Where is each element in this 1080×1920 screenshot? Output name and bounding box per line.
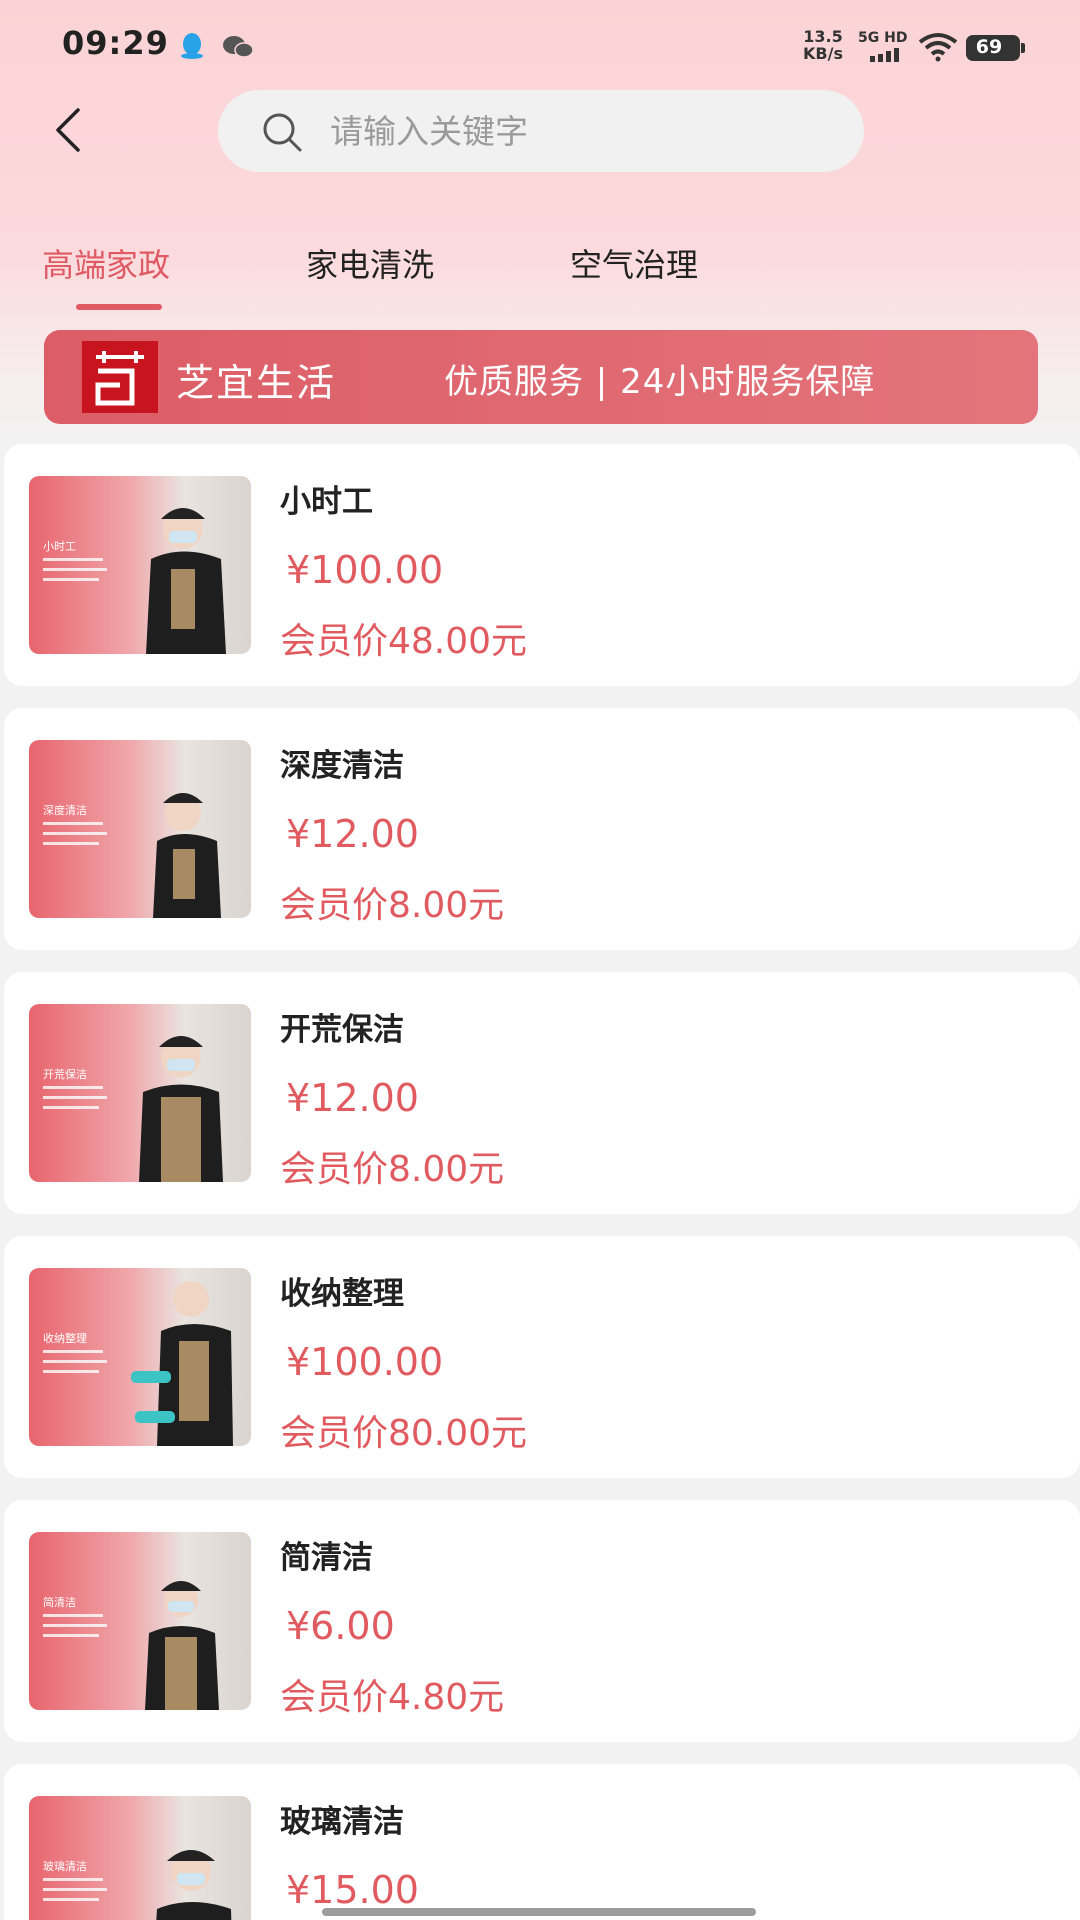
status-bar: 09:29 13.5 KB/s 5G HD 69 [0, 0, 1080, 92]
promo-banner[interactable]: 芝宜生活 优质服务 | 24小时服务保障 [44, 330, 1038, 424]
member-price: 会员价4.80元 [280, 1677, 505, 1718]
service-card[interactable]: 深度清洁 深度清洁 ¥12.00 会员价8.00元 [4, 708, 1080, 950]
service-thumbnail: 深度清洁 [29, 740, 251, 918]
tab-air-treatment[interactable]: 空气治理 [570, 240, 698, 310]
thumbnail-text-lines [43, 1350, 107, 1373]
search-input[interactable] [330, 90, 830, 172]
back-arrow-icon[interactable] [48, 104, 92, 156]
brand-logo [82, 341, 158, 413]
cleaner-illustration [145, 1581, 219, 1710]
thumbnail-text-lines [43, 1878, 107, 1901]
member-price: 会员价48.00元 [280, 621, 528, 662]
service-price: ¥100.00 [286, 548, 444, 592]
search-icon [263, 113, 302, 152]
battery-icon: 69 [966, 35, 1025, 61]
category-tabs: 高端家政 家电清洗 空气治理 [0, 240, 1080, 316]
service-thumbnail: 小时工 [29, 476, 251, 654]
service-price: ¥15.00 [286, 1868, 419, 1912]
signal-label: 5G HD [858, 30, 908, 46]
tab-appliance-cleaning[interactable]: 家电清洗 [306, 240, 434, 310]
service-name: 小时工 [280, 484, 373, 520]
service-name: 收纳整理 [280, 1276, 404, 1312]
thumbnail-caption: 小时工 [43, 540, 76, 553]
service-card[interactable]: 简清洁 简清洁 ¥6.00 会员价4.80元 [4, 1500, 1080, 1742]
thumbnail-caption: 收纳整理 [43, 1332, 87, 1345]
service-card[interactable]: 收纳整理 收纳整理 ¥100.00 会员价80.00元 [4, 1236, 1080, 1478]
cleaner-illustration [131, 1281, 233, 1446]
cleaner-illustration [153, 793, 221, 918]
service-price: ¥12.00 [286, 1076, 419, 1120]
service-thumbnail: 收纳整理 [29, 1268, 251, 1446]
battery-level: 69 [975, 36, 1003, 58]
service-name: 深度清洁 [280, 748, 404, 784]
service-thumbnail: 简清洁 [29, 1532, 251, 1710]
status-time: 09:29 [62, 24, 169, 62]
service-price: ¥12.00 [286, 812, 419, 856]
banner-brand-name: 芝宜生活 [176, 361, 337, 405]
thumbnail-caption: 开荒保洁 [43, 1068, 87, 1081]
member-price: 会员价8.00元 [280, 885, 505, 926]
service-price: ¥6.00 [286, 1604, 395, 1648]
service-card[interactable]: 开荒保洁 开荒保洁 ¥12.00 会员价8.00元 [4, 972, 1080, 1214]
thumbnail-text-lines [43, 1614, 107, 1637]
service-thumbnail: 玻璃清洁 [29, 1796, 251, 1920]
service-card[interactable]: 小时工 小时工 ¥100.00 会员价48.00元 [4, 444, 1080, 686]
thumbnail-caption: 深度清洁 [43, 804, 87, 817]
wifi-icon [918, 33, 958, 62]
service-name: 简清洁 [280, 1540, 373, 1576]
service-thumbnail: 开荒保洁 [29, 1004, 251, 1182]
member-price: 会员价80.00元 [280, 1413, 528, 1454]
thumbnail-caption: 玻璃清洁 [43, 1860, 87, 1873]
member-price: 会员价8.00元 [280, 1149, 505, 1190]
thumbnail-caption: 简清洁 [43, 1596, 76, 1609]
service-name: 玻璃清洁 [280, 1804, 404, 1840]
cleaner-illustration [146, 508, 226, 654]
thumbnail-text-lines [43, 1086, 107, 1109]
service-card[interactable]: 玻璃清洁 玻璃清洁 ¥15.00 [4, 1764, 1080, 1920]
net-speed-value: 13.5 [803, 27, 843, 46]
battery-tip [1021, 43, 1025, 53]
tab-premium-housekeeping[interactable]: 高端家政 [42, 240, 170, 310]
net-speed-unit: KB/s [803, 44, 843, 63]
search-bar[interactable] [218, 90, 864, 172]
service-price: ¥100.00 [286, 1340, 444, 1384]
cleaner-illustration [139, 1036, 223, 1182]
cleaner-illustration [156, 1850, 232, 1920]
wechat-icon [223, 36, 254, 58]
cell-signal-icon [870, 48, 899, 62]
active-tab-indicator [76, 304, 162, 310]
thumbnail-text-lines [43, 822, 107, 845]
qq-icon [181, 33, 203, 59]
banner-slogan: 优质服务 | 24小时服务保障 [444, 362, 876, 402]
network-speed: 13.5 KB/s [798, 28, 848, 62]
thumbnail-text-lines [43, 558, 107, 581]
home-indicator[interactable] [322, 1908, 756, 1916]
service-name: 开荒保洁 [280, 1012, 404, 1048]
